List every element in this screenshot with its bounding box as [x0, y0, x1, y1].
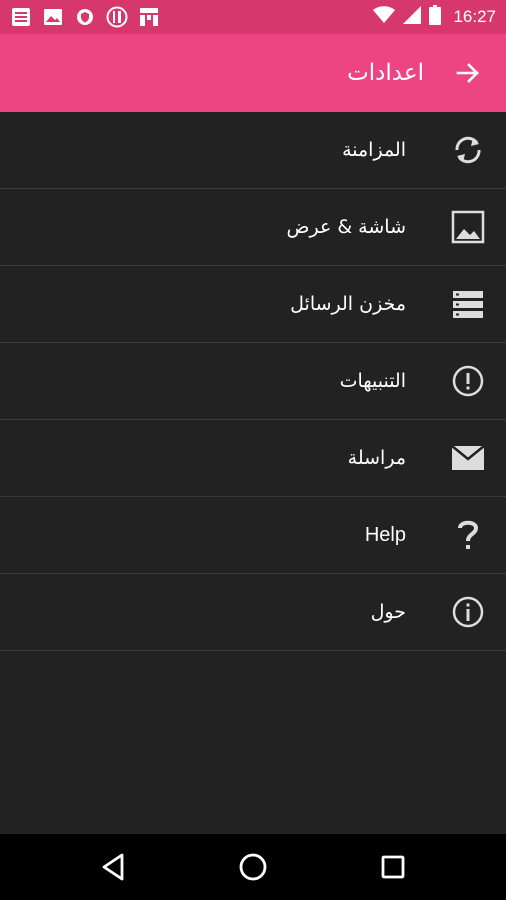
- home-circle-icon[interactable]: [237, 851, 269, 883]
- clock: 16:27: [453, 7, 496, 26]
- navigation-bar: [0, 834, 506, 900]
- menu-item-label: Help: [364, 524, 406, 546]
- menu-item-label: مراسلة: [347, 447, 406, 469]
- wifi-icon: [373, 6, 396, 28]
- question-icon: [450, 517, 486, 553]
- status-bar: 16:27: [0, 0, 506, 34]
- menu-item-messaging[interactable]: مراسلة: [0, 420, 506, 497]
- news-icon: [10, 6, 32, 28]
- back-triangle-icon[interactable]: [97, 851, 129, 883]
- system-icons: 16:27: [373, 0, 496, 34]
- menu-item-display[interactable]: شاشة & عرض: [0, 189, 506, 266]
- signal-icon: [403, 6, 422, 28]
- alert-circle-icon: [450, 363, 486, 399]
- menu-item-label: حول: [370, 601, 406, 623]
- menu-item-alerts[interactable]: التنبيهات: [0, 343, 506, 420]
- battery-icon: [429, 5, 442, 29]
- menu-item-label: شاشة & عرض: [286, 216, 406, 238]
- arrow-back-icon[interactable]: [448, 53, 488, 93]
- image-icon: [42, 6, 64, 28]
- menu-item-help[interactable]: Help: [0, 497, 506, 574]
- grid-icon: [138, 6, 160, 28]
- fork-knife-icon: [106, 6, 128, 28]
- storage-icon: [450, 286, 486, 322]
- image-icon: [450, 209, 486, 245]
- menu-item-sync[interactable]: المزامنة: [0, 112, 506, 189]
- info-icon: [450, 594, 486, 630]
- recents-square-icon[interactable]: [377, 851, 409, 883]
- menu-item-about[interactable]: حول: [0, 574, 506, 651]
- shield-icon: [74, 6, 96, 28]
- page-title: اعدادات: [347, 60, 424, 86]
- menu-item-label: التنبيهات: [339, 370, 406, 392]
- menu-item-storage[interactable]: مخزن الرسائل: [0, 266, 506, 343]
- app-bar: اعدادات: [0, 34, 506, 112]
- menu-item-label: مخزن الرسائل: [290, 293, 406, 315]
- email-icon: [450, 440, 486, 476]
- notification-icons: [10, 5, 160, 29]
- sync-icon: [450, 132, 486, 168]
- settings-list: المزامنة شاشة & عرض مخزن الرسائل التنبيه…: [0, 112, 506, 651]
- menu-item-label: المزامنة: [342, 139, 406, 161]
